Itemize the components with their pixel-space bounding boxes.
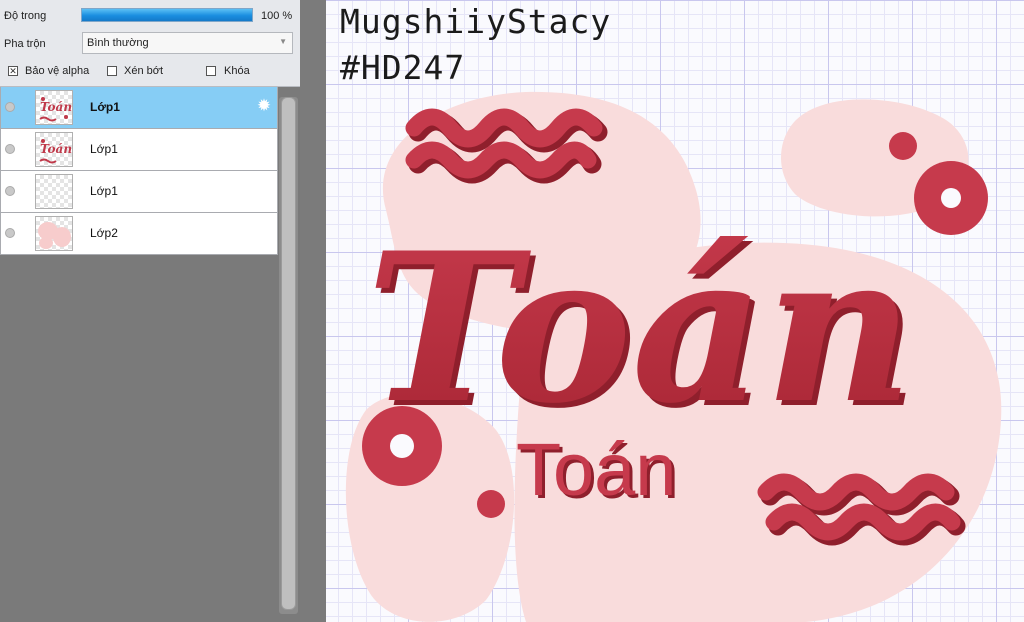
layer-name: Lớp2 (90, 226, 118, 240)
clip-label: Xén bớt (124, 65, 164, 77)
layer-properties: Độ trong 100 % Pha trộn Bình thường ▼ ✕ … (0, 0, 300, 87)
watermark-tag: #HD247 (340, 48, 466, 87)
eye-icon[interactable] (5, 102, 15, 112)
layer-list: Toán Lớp1 ✹ Toán Lớp1 Lớp1 Lớp2 (0, 87, 278, 255)
blend-mode-value: Bình thường (87, 37, 149, 49)
layer-name: Lớp1 (90, 184, 118, 198)
svg-text:Toán: Toán (40, 100, 72, 114)
title-text: Toán (366, 209, 914, 449)
protect-alpha-checkbox[interactable]: ✕ (8, 66, 18, 76)
blend-label: Pha trộn (4, 38, 46, 50)
watermark-name: MugshiiyStacy (340, 2, 612, 41)
layer-thumbnail: Toán (35, 132, 73, 167)
layer-name: Lớp1 (90, 100, 120, 114)
layer-row[interactable]: Toán Lớp1 ✹ (0, 87, 278, 129)
drawing-canvas[interactable]: Toán Toán Toán Toán MugshiiyStacy #HD247 (326, 0, 1024, 622)
opacity-label: Độ trong (4, 10, 47, 22)
clip-checkbox[interactable] (107, 66, 117, 76)
layer-row[interactable]: Lớp2 (0, 213, 278, 255)
layer-thumbnail: Toán (35, 90, 73, 125)
layer-thumbnail (35, 216, 73, 251)
blend-mode-select[interactable]: Bình thường ▼ (82, 32, 293, 54)
eye-icon[interactable] (5, 228, 15, 238)
opacity-value: 100 % (261, 10, 293, 22)
chevron-down-icon: ▼ (279, 37, 287, 46)
layer-panel: Độ trong 100 % Pha trộn Bình thường ▼ ✕ … (0, 0, 300, 622)
layer-row[interactable]: Toán Lớp1 (0, 129, 278, 171)
layer-row[interactable]: Lớp1 (0, 171, 278, 213)
protect-alpha-label: Bảo vệ alpha (25, 65, 90, 77)
gear-icon[interactable]: ✹ (255, 97, 273, 115)
lock-checkbox[interactable] (206, 66, 216, 76)
eye-icon[interactable] (5, 186, 15, 196)
lock-label: Khóa (224, 65, 250, 77)
artwork: Toán Toán Toán Toán (345, 91, 1002, 622)
title-lettering: Toán Toán (366, 209, 919, 454)
scrollbar-thumb[interactable] (281, 97, 296, 610)
eye-icon[interactable] (5, 144, 15, 154)
subtitle-lettering: Toán Toán (516, 428, 679, 514)
svg-text:Toán: Toán (40, 142, 72, 156)
layer-scrollbar[interactable] (279, 97, 298, 614)
layer-thumbnail (35, 174, 73, 209)
subtitle-text: Toán (516, 428, 676, 511)
layer-name: Lớp1 (90, 142, 118, 156)
panel-divider (300, 0, 326, 622)
opacity-slider[interactable] (81, 8, 253, 22)
